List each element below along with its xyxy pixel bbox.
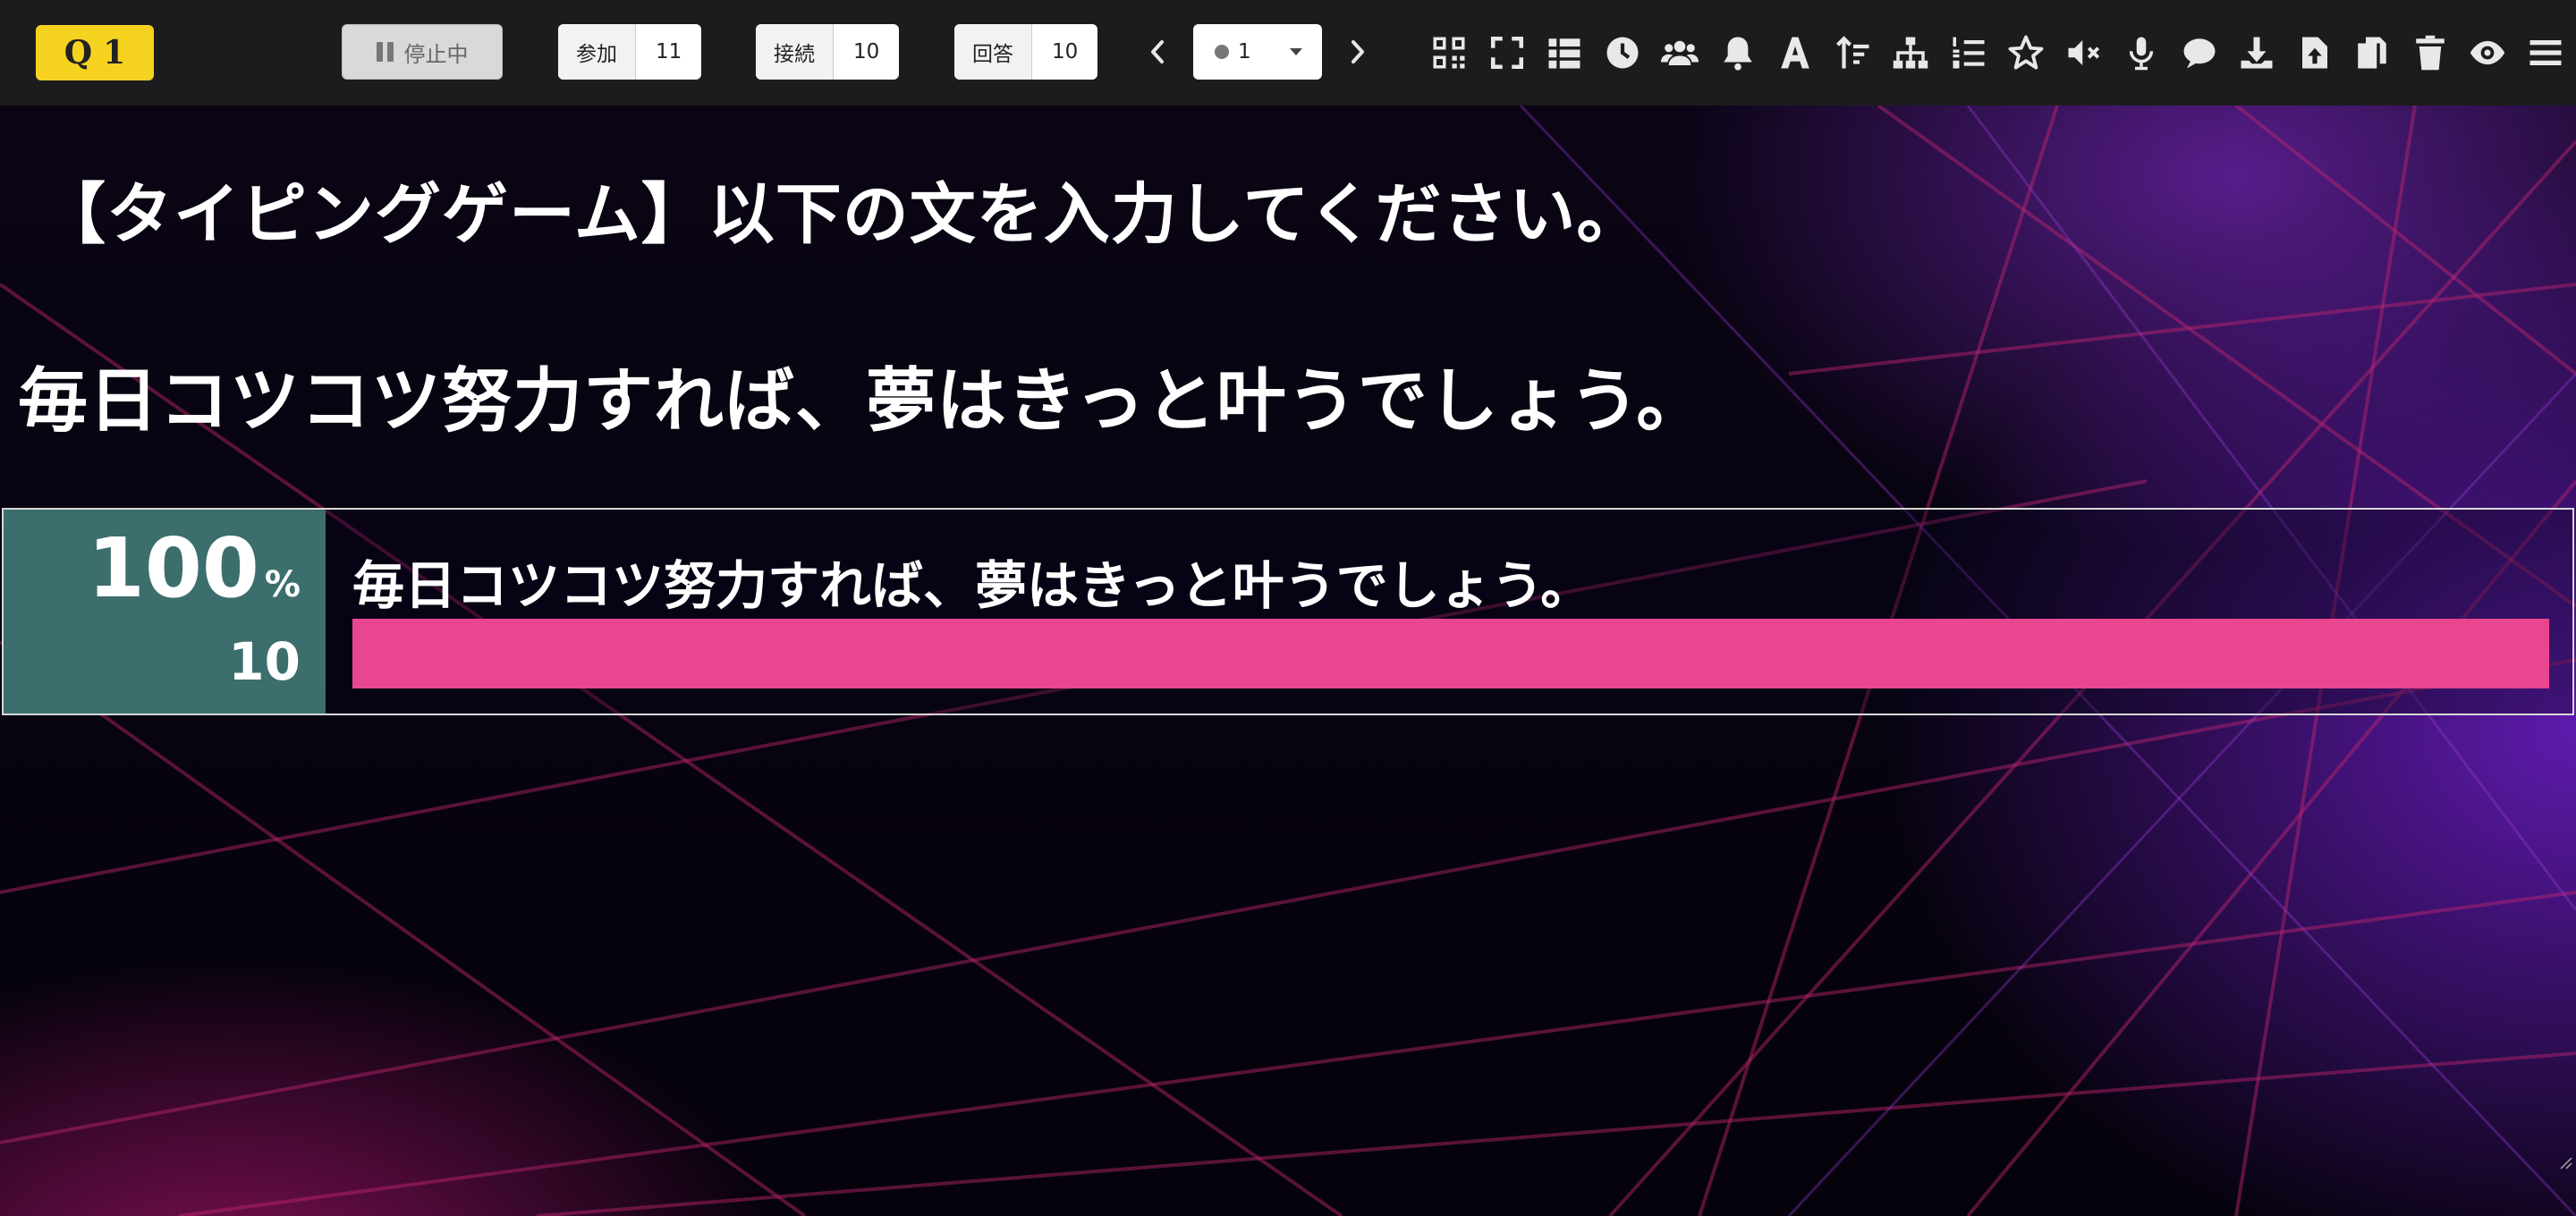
resize-grip-icon[interactable] bbox=[2556, 1153, 2572, 1170]
font-icon[interactable] bbox=[1767, 32, 1825, 73]
question-label: Q bbox=[64, 34, 93, 72]
table-icon[interactable] bbox=[1536, 32, 1594, 73]
clock-icon[interactable] bbox=[1594, 32, 1652, 73]
mute-icon[interactable] bbox=[2055, 32, 2114, 73]
top-toolbar: Q 1 停止中 参加 11 接続 10 回答 10 1 bbox=[0, 0, 2576, 106]
eye-icon[interactable] bbox=[2459, 32, 2517, 73]
percent-symbol: % bbox=[264, 564, 301, 605]
menu-icon[interactable] bbox=[2517, 32, 2575, 73]
connections-value: 10 bbox=[853, 40, 880, 63]
connections-label: 接続 bbox=[756, 24, 834, 80]
star-icon[interactable] bbox=[1997, 32, 2055, 73]
upload-file-icon[interactable] bbox=[2286, 32, 2344, 73]
participants-value: 11 bbox=[656, 40, 682, 63]
microphone-icon[interactable] bbox=[2113, 32, 2171, 73]
pause-icon bbox=[376, 42, 394, 62]
previous-question-button[interactable] bbox=[1140, 30, 1175, 73]
sitemap-icon[interactable] bbox=[1882, 32, 1940, 73]
numbered-list-icon[interactable] bbox=[1940, 32, 1998, 73]
participants-label: 参加 bbox=[558, 24, 636, 80]
result-bar-track bbox=[352, 619, 2549, 688]
answers-value: 10 bbox=[1052, 40, 1079, 63]
next-question-button[interactable] bbox=[1340, 30, 1376, 73]
participants-stat[interactable]: 参加 11 bbox=[558, 24, 702, 80]
connections-stat[interactable]: 接続 10 bbox=[756, 24, 900, 80]
copy-icon[interactable] bbox=[2343, 32, 2402, 73]
qr-code-icon[interactable] bbox=[1420, 32, 1479, 73]
answers-label: 回答 bbox=[954, 24, 1032, 80]
bell-icon[interactable] bbox=[1709, 32, 1767, 73]
trash-icon[interactable] bbox=[2402, 32, 2460, 73]
accuracy-percent: 100 % bbox=[88, 528, 301, 610]
answer-result-row[interactable]: 100 % 10 毎日コツコツ努力すれば、夢はきっと叶うでしょう。 bbox=[2, 508, 2574, 715]
chevron-left-icon bbox=[1151, 40, 1164, 63]
target-sentence: 毎日コツコツ努力すれば、夢はきっと叶うでしょう。 bbox=[18, 361, 1707, 442]
answer-text: 毎日コツコツ努力すれば、夢はきっと叶うでしょう。 bbox=[352, 555, 1593, 616]
status-dot-icon bbox=[1215, 45, 1229, 59]
fullscreen-icon[interactable] bbox=[1479, 32, 1537, 73]
sort-icon[interactable] bbox=[1825, 32, 1883, 73]
toolbar-icon-group bbox=[1420, 32, 2574, 73]
question-heading: 【タイピングゲーム】以下の文を入力してください。 bbox=[39, 176, 1644, 253]
respondent-count: 10 bbox=[228, 631, 301, 692]
percent-value: 100 bbox=[87, 520, 259, 616]
question-number: 1 bbox=[103, 34, 126, 72]
comment-icon[interactable] bbox=[2171, 32, 2229, 73]
result-bar-fill bbox=[352, 619, 2549, 688]
question-select[interactable]: 1 bbox=[1193, 24, 1322, 80]
question-badge[interactable]: Q 1 bbox=[36, 25, 154, 80]
users-icon[interactable] bbox=[1651, 32, 1709, 73]
answers-stat[interactable]: 回答 10 bbox=[954, 24, 1098, 80]
download-icon[interactable] bbox=[2228, 32, 2286, 73]
pause-status-button[interactable]: 停止中 bbox=[342, 24, 503, 80]
status-label: 停止中 bbox=[403, 41, 469, 67]
result-summary-panel: 100 % 10 bbox=[4, 510, 326, 714]
question-select-value: 1 bbox=[1238, 40, 1251, 63]
chevron-right-icon bbox=[1352, 40, 1364, 63]
caret-down-icon bbox=[1290, 48, 1302, 55]
